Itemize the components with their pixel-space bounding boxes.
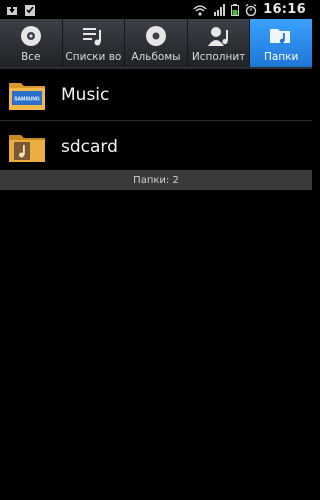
status-bar: 16:16 <box>0 0 312 19</box>
tab-albums[interactable]: Альбомы <box>125 19 188 67</box>
wifi-icon <box>193 4 207 16</box>
folder-name: sdcard <box>61 136 118 157</box>
music-folder-icon <box>9 134 45 162</box>
tab-folders[interactable]: Папки <box>250 19 312 67</box>
artist-icon <box>207 27 228 46</box>
tab-all[interactable]: Все <box>0 19 63 67</box>
alarm-icon <box>245 3 257 16</box>
folder-name: Music <box>61 84 110 105</box>
tab-playlists[interactable]: Списки во <box>63 19 126 67</box>
tab-folders-label: Папки <box>263 51 299 63</box>
samsung-folder-icon: SAMSUNG <box>9 82 45 110</box>
folder-music-icon <box>270 29 291 44</box>
battery-icon <box>231 3 240 16</box>
signal-icon <box>214 3 226 16</box>
tab-artists[interactable]: Исполнит <box>188 19 251 67</box>
disc-icon <box>20 26 41 46</box>
list-item[interactable]: SAMSUNG Music <box>0 69 312 121</box>
samsung-badge: SAMSUNG <box>14 96 40 102</box>
list-item[interactable]: sdcard <box>0 121 312 173</box>
tab-bar: Все Списки во Альбомы Исполнит Папки <box>0 19 312 69</box>
download-icon <box>7 3 17 15</box>
playlist-icon <box>83 28 102 46</box>
clipboard-check-icon <box>25 4 35 16</box>
tab-playlists-label: Списки во <box>65 51 122 63</box>
folder-list: SAMSUNG Music sdcard <box>0 69 312 173</box>
tab-all-label: Все <box>21 51 41 63</box>
folder-count-bar: Папки: 2 <box>0 170 312 190</box>
tab-artists-label: Исполнит <box>191 51 246 63</box>
tab-albums-label: Альбомы <box>131 51 181 63</box>
album-icon <box>145 26 166 46</box>
folder-count-text: Папки: 2 <box>133 174 179 186</box>
clock: 16:16 <box>263 2 306 17</box>
